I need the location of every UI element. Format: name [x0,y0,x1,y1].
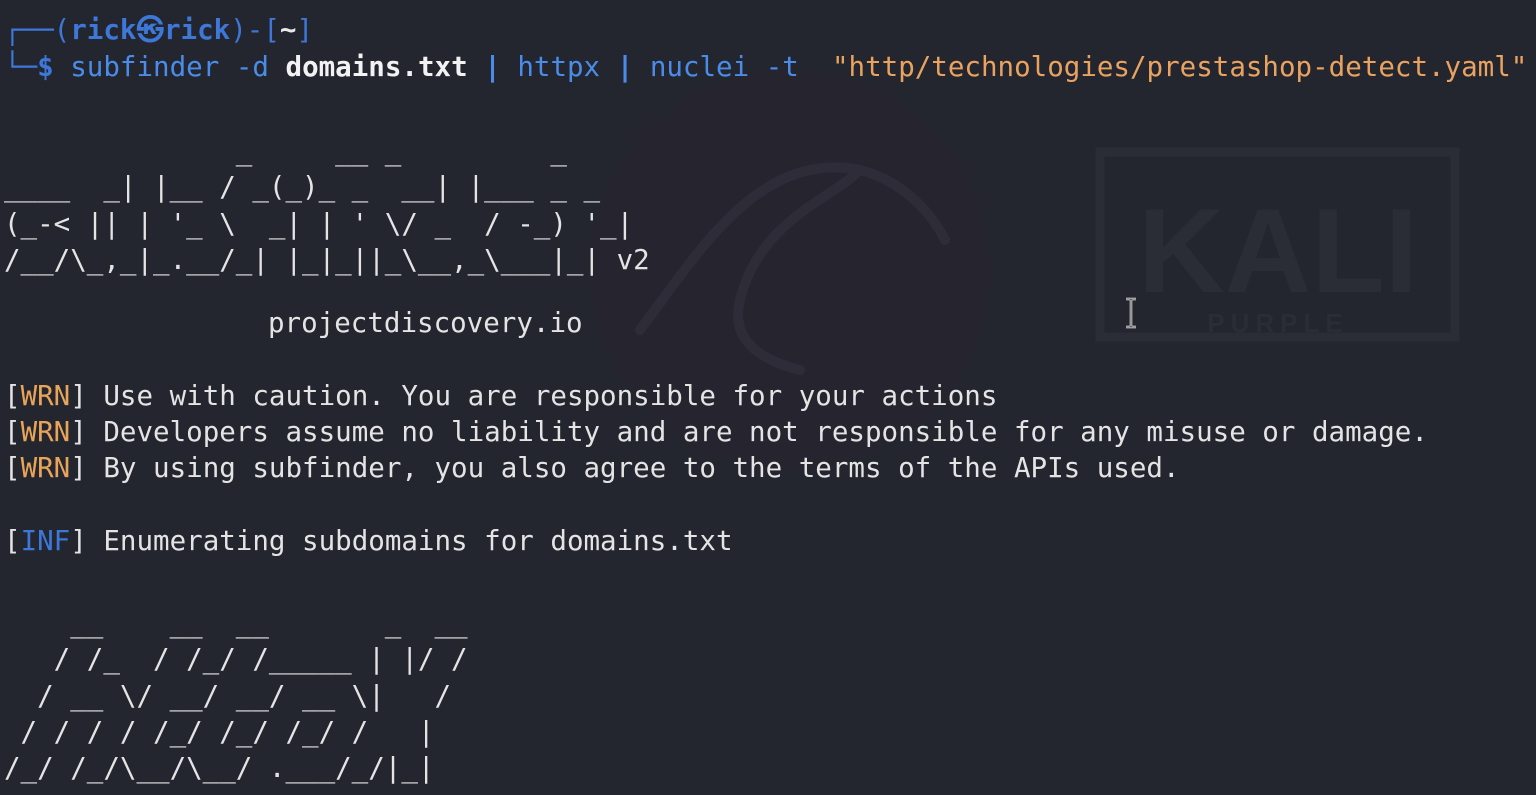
httpx-banner-line-1: __ __ __ _ __ [4,607,468,639]
prompt-cwd: ~ [279,14,297,46]
prompt-host: rick [163,14,231,46]
cmd-flag-d: -d [235,51,269,83]
prompt-dollar: $ [37,51,54,83]
prompt-bracket-open: ┌──( [4,14,71,46]
subfinder-banner: _ __ _ _ ____ _| |__ / _(_)_ _ __| |___ _… [4,133,650,278]
httpx-banner-line-4: / / / / /_/ /_/ /_/ / | [4,715,435,748]
wallpaper-edition-text: PURPLE [1207,308,1348,338]
prompt-bracket-mid: )-[ [230,14,280,46]
log-line-warning-3: [WRN] By using subfinder, you also agree… [4,452,1180,484]
cmd-nuclei: nuclei [649,51,750,83]
prompt-line: ┌──(rick㉿rick)-[~] [4,12,313,48]
prompt-user: rick [70,14,137,46]
log-tag-wrn: WRN [20,416,71,448]
log-tag-wrn: WRN [20,380,71,412]
subfinder-banner-line-1: _ __ _ _ [4,135,567,167]
cmd-pipe-1: | [484,51,501,83]
prompt-corner: └─ [4,51,38,83]
banner-site-text: projectdiscovery.io [268,307,583,339]
log-text: Use with caution. You are responsible fo… [103,380,998,412]
command-line[interactable]: └─$ subfinder -d domains.txt | httpx | n… [4,49,1527,85]
cmd-template-path: "http/technologies/prestashop-detect.yam… [831,51,1528,83]
log-tag-inf: INF [20,525,71,557]
cmd-httpx: httpx [517,51,601,83]
log-line-info: [INF] Enumerating subdomains for domains… [4,525,733,557]
terminal-window[interactable]: KALI PURPLE ┌──(rick㉿rick)-[~] └─$ subfi… [0,0,1536,795]
cmd-file-arg: domains.txt [285,51,468,83]
text-cursor-icon [1126,297,1136,329]
httpx-banner-line-2: / /_ / /_/ /_____ | |/ / [4,643,468,676]
log-text: By using subfinder, you also agree to th… [103,452,1180,484]
subfinder-banner-line-3: (_-< || | '_ \ _| | ' \/ _ / -_) '_| [4,207,634,240]
subfinder-banner-line-4: /__/\_,_|_.__/_| |_|_||_\__,_\___|_| v2 [4,243,650,276]
log-line-warning-1: [WRN] Use with caution. You are responsi… [4,380,998,412]
log-line-warning-2: [WRN] Developers assume no liability and… [4,416,1428,448]
httpx-banner-line-5: /_/ /_/\__/\__/ .___/_/|_| [4,752,435,785]
cmd-flag-t: -t [765,51,799,83]
log-tag-wrn: WRN [20,452,71,484]
subfinder-banner-line-2: ____ _| |__ / _(_)_ _ __| |___ _ _ [4,171,601,204]
cmd-subfinder: subfinder [70,51,220,83]
prompt-bracket-close: ] [296,14,313,46]
log-text: Developers assume no liability and are n… [103,416,1428,448]
cmd-pipe-2: | [616,51,634,83]
log-text: Enumerating subdomains for domains.txt [103,525,733,557]
prompt-separator: ㉿ [136,14,164,46]
httpx-banner-line-3: / __ \/ __/ __/ __ \| / [4,679,452,712]
httpx-banner: __ __ __ _ __ / /_ / /_/ /_____ | |/ / /… [4,605,468,786]
wallpaper-brand-text: KALI [1138,184,1418,318]
